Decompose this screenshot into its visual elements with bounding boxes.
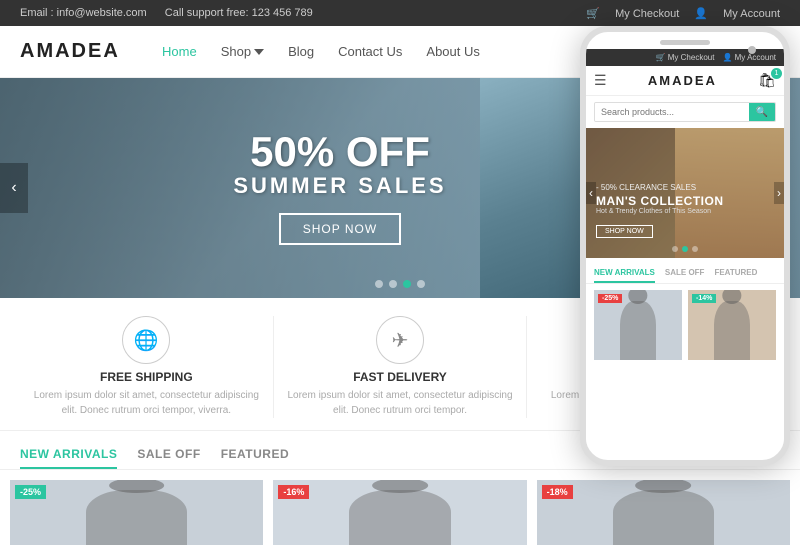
- hero-dot-3[interactable]: [403, 280, 411, 288]
- hero-shop-button[interactable]: SHOP NOW: [279, 213, 401, 245]
- hero-dots: [375, 280, 425, 288]
- top-bar-contact: Email : info@website.com Call support fr…: [20, 7, 328, 19]
- nav-home[interactable]: Home: [150, 26, 209, 78]
- phone-speaker: [660, 40, 710, 45]
- phone-hero-dot-1[interactable]: [672, 246, 678, 252]
- nav-shop[interactable]: Shop: [209, 26, 276, 78]
- product-badge-2: -16%: [278, 485, 309, 499]
- logo: AMADEA: [20, 40, 140, 63]
- phone-product-1[interactable]: -25%: [594, 290, 682, 360]
- phone-products-row: -25% -14%: [586, 284, 784, 366]
- phone-product-2[interactable]: -14%: [688, 290, 776, 360]
- hero-subtitle: SUMMER SALES: [233, 173, 446, 199]
- phone-overlay: 🛒 My Checkout 👤 My Account ☰ AMADEA 🛍 1 …: [580, 26, 800, 500]
- phone-product-badge-1: -25%: [598, 294, 622, 303]
- top-bar: Email : info@website.com Call support fr…: [0, 0, 800, 26]
- phone-hero-btn[interactable]: SHOP NOW: [596, 225, 653, 238]
- phone-hero-dot-3[interactable]: [692, 246, 698, 252]
- phone-cart-badge: 1: [771, 68, 782, 79]
- nav-blog[interactable]: Blog: [276, 26, 326, 78]
- product-badge-1: -25%: [15, 485, 46, 499]
- top-bar-actions: 🛒 My Checkout 👤 My Account: [574, 7, 780, 20]
- phone-logo: AMADEA: [648, 73, 717, 88]
- feature-shipping-title: FREE SHIPPING: [30, 370, 263, 384]
- feature-shipping: 🌐 FREE SHIPPING Lorem ipsum dolor sit am…: [20, 316, 274, 418]
- product-card-2[interactable]: -16%: [273, 480, 526, 545]
- tab-featured[interactable]: FEATURED: [221, 441, 289, 469]
- hero-discount: 50% OFF: [233, 131, 446, 173]
- globe-icon: 🌐: [122, 316, 170, 364]
- phone-hero-desc: Hot & Trendy Clothes of This Season: [596, 208, 724, 215]
- phone-hero-dot-2[interactable]: [682, 246, 688, 252]
- nav-contact[interactable]: Contact Us: [326, 26, 414, 78]
- account-link[interactable]: 👤 My Account: [694, 8, 780, 20]
- phone-hero-dots: [672, 246, 698, 252]
- phone-checkout[interactable]: 🛒 My Checkout: [656, 53, 715, 62]
- hero-dot-4[interactable]: [417, 280, 425, 288]
- hero-dot-1[interactable]: [375, 280, 383, 288]
- tab-new-arrivals[interactable]: NEW ARRIVALS: [20, 441, 117, 469]
- phone-camera: [748, 46, 756, 54]
- phone-search-bar: 🔍: [594, 102, 776, 122]
- phone-product-badge-2: -14%: [692, 294, 716, 303]
- phone-tab-featured[interactable]: FEATURED: [714, 264, 757, 283]
- feature-delivery-text: Lorem ipsum dolor sit amet, consectetur …: [284, 388, 517, 418]
- product-image-2: -16%: [273, 480, 526, 545]
- feature-delivery: ✈ FAST DELIVERY Lorem ipsum dolor sit am…: [274, 316, 528, 418]
- hero-dot-2[interactable]: [389, 280, 397, 288]
- hamburger-icon[interactable]: ☰: [594, 72, 607, 89]
- email-info: Email : info@website.com: [20, 7, 147, 19]
- phone-screen: 🛒 My Checkout 👤 My Account ☰ AMADEA 🛍 1 …: [586, 49, 784, 447]
- phone-hero-prev[interactable]: ‹: [586, 182, 596, 204]
- phone-hero-sub: - 50% CLEARANCE SALES: [596, 183, 724, 192]
- phone-hero-content: - 50% CLEARANCE SALES MAN'S COLLECTION H…: [596, 183, 724, 238]
- phone-hero: - 50% CLEARANCE SALES MAN'S COLLECTION H…: [586, 128, 784, 258]
- phone-hero-title: MAN'S COLLECTION: [596, 194, 724, 208]
- plane-icon: ✈: [376, 316, 424, 364]
- phone-account[interactable]: 👤 My Account: [722, 53, 776, 62]
- phone-cart-icon[interactable]: 🛍 1: [758, 72, 776, 89]
- phone-frame: 🛒 My Checkout 👤 My Account ☰ AMADEA 🛍 1 …: [580, 26, 790, 466]
- phone-info: Call support free: 123 456 789: [165, 7, 313, 19]
- phone-tabs: NEW ARRIVALS SALE OFF FEATURED: [586, 258, 784, 284]
- phone-header: ☰ AMADEA 🛍 1: [586, 66, 784, 96]
- hero-prev-arrow[interactable]: ‹: [0, 163, 28, 213]
- phone-search-input[interactable]: [595, 103, 749, 121]
- feature-shipping-text: Lorem ipsum dolor sit amet, consectetur …: [30, 388, 263, 418]
- product-card-1[interactable]: -25%: [10, 480, 263, 545]
- nav-about[interactable]: About Us: [414, 26, 491, 78]
- phone-tab-sale-off[interactable]: SALE OFF: [665, 264, 705, 283]
- phone-product-image-2: -14%: [688, 290, 776, 360]
- checkout-link[interactable]: 🛒 My Checkout: [586, 8, 679, 20]
- phone-hero-next[interactable]: ›: [774, 182, 784, 204]
- product-badge-3: -18%: [542, 485, 573, 499]
- phone-search-button[interactable]: 🔍: [749, 103, 775, 121]
- feature-delivery-title: FAST DELIVERY: [284, 370, 517, 384]
- hero-content: 50% OFF SUMMER SALES SHOP NOW: [233, 131, 446, 245]
- product-image-1: -25%: [10, 480, 263, 545]
- phone-tab-new-arrivals[interactable]: NEW ARRIVALS: [594, 264, 655, 283]
- phone-product-image-1: -25%: [594, 290, 682, 360]
- tab-sale-off[interactable]: SALE OFF: [137, 441, 200, 469]
